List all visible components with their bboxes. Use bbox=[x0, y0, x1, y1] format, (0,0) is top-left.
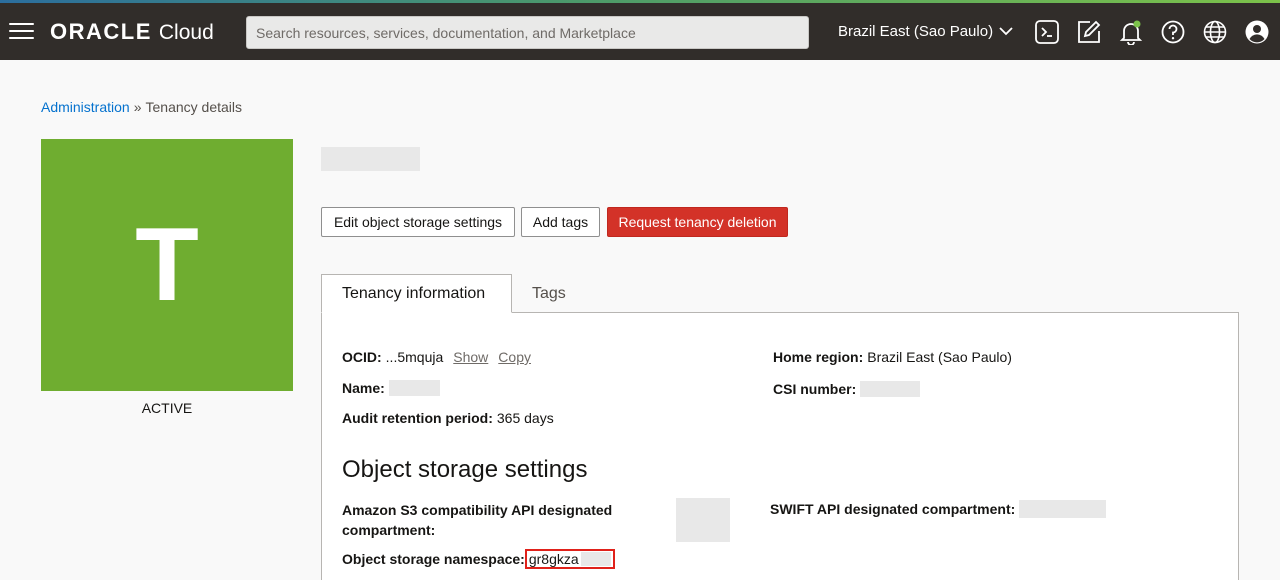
home-region-label: Home region: bbox=[773, 349, 864, 365]
swift-compartment-field: SWIFT API designated compartment: bbox=[770, 500, 1107, 518]
home-region-value: Brazil East (Sao Paulo) bbox=[867, 349, 1012, 365]
help-icon[interactable] bbox=[1160, 19, 1186, 45]
audit-retention-field: Audit retention period: 365 days bbox=[342, 410, 554, 426]
csi-number-field: CSI number: bbox=[773, 381, 921, 397]
csi-number-value-redacted bbox=[860, 381, 921, 397]
cloud-shell-icon[interactable] bbox=[1034, 19, 1060, 45]
namespace-highlight-box: gr8gkza bbox=[524, 549, 615, 569]
global-search-input[interactable] bbox=[246, 16, 809, 49]
edit-note-icon[interactable] bbox=[1076, 19, 1102, 45]
notification-bell-icon[interactable] bbox=[1118, 19, 1144, 45]
chevron-down-icon bbox=[999, 27, 1013, 36]
user-profile-icon[interactable] bbox=[1244, 19, 1270, 45]
region-label: Brazil East (Sao Paulo) bbox=[838, 23, 994, 40]
s3-compartment-label-line2: compartment: bbox=[342, 522, 436, 538]
name-label: Name: bbox=[342, 380, 385, 396]
top-navigation-bar: ORACLE Cloud Brazil East (Sao Paulo) bbox=[0, 3, 1280, 60]
namespace-value: gr8gkza bbox=[528, 551, 579, 567]
logo-brand: ORACLE bbox=[50, 19, 152, 44]
name-value-redacted bbox=[388, 380, 440, 396]
oracle-cloud-logo[interactable]: ORACLE Cloud bbox=[50, 19, 214, 45]
csi-number-label: CSI number: bbox=[773, 381, 857, 397]
breadcrumb-administration-link[interactable]: Administration bbox=[41, 99, 130, 115]
audit-retention-label: Audit retention period: bbox=[342, 410, 493, 426]
region-selector[interactable]: Brazil East (Sao Paulo) bbox=[838, 23, 1013, 40]
object-storage-settings-heading: Object storage settings bbox=[342, 456, 588, 483]
s3-compartment-label-block: Amazon S3 compatibility API designated c… bbox=[342, 500, 616, 540]
tenancy-status: ACTIVE bbox=[141, 400, 193, 416]
ocid-value: ...5mquja bbox=[385, 349, 444, 365]
namespace-label: Object storage namespace: bbox=[342, 551, 525, 567]
tenancy-name-title-redacted bbox=[321, 147, 420, 171]
breadcrumb-current: Tenancy details bbox=[145, 99, 243, 115]
tab-tenancy-information[interactable]: Tenancy information bbox=[321, 274, 512, 313]
swift-compartment-value-redacted bbox=[1019, 500, 1107, 518]
hamburger-menu-icon[interactable] bbox=[9, 19, 34, 43]
object-storage-namespace-field: Object storage namespace: gr8gkza bbox=[342, 549, 615, 569]
swift-compartment-label: SWIFT API designated compartment: bbox=[770, 501, 1016, 517]
edit-object-storage-settings-button[interactable]: Edit object storage settings bbox=[321, 207, 515, 237]
request-tenancy-deletion-button[interactable]: Request tenancy deletion bbox=[607, 207, 788, 237]
tenancy-avatar-letter: T bbox=[135, 206, 199, 323]
language-globe-icon[interactable] bbox=[1202, 19, 1228, 45]
logo-product: Cloud bbox=[158, 21, 214, 44]
ocid-field: OCID: ...5mquja Show Copy bbox=[342, 349, 531, 365]
ocid-copy-link[interactable]: Copy bbox=[498, 349, 531, 365]
s3-compartment-label-line1: Amazon S3 compatibility API designated bbox=[342, 502, 613, 518]
breadcrumb: Administration» Tenancy details bbox=[41, 99, 242, 115]
ocid-show-link[interactable]: Show bbox=[453, 349, 488, 365]
ocid-label: OCID: bbox=[342, 349, 382, 365]
name-field: Name: bbox=[342, 380, 440, 396]
audit-retention-value: 365 days bbox=[496, 410, 554, 426]
breadcrumb-separator: » bbox=[133, 99, 142, 115]
tenancy-avatar-tile: T bbox=[41, 139, 293, 391]
namespace-value-redacted bbox=[580, 552, 611, 566]
add-tags-button[interactable]: Add tags bbox=[521, 207, 600, 237]
tab-tags[interactable]: Tags bbox=[532, 274, 566, 313]
home-region-field: Home region: Brazil East (Sao Paulo) bbox=[773, 349, 1012, 365]
s3-compartment-value-redacted bbox=[676, 498, 730, 542]
